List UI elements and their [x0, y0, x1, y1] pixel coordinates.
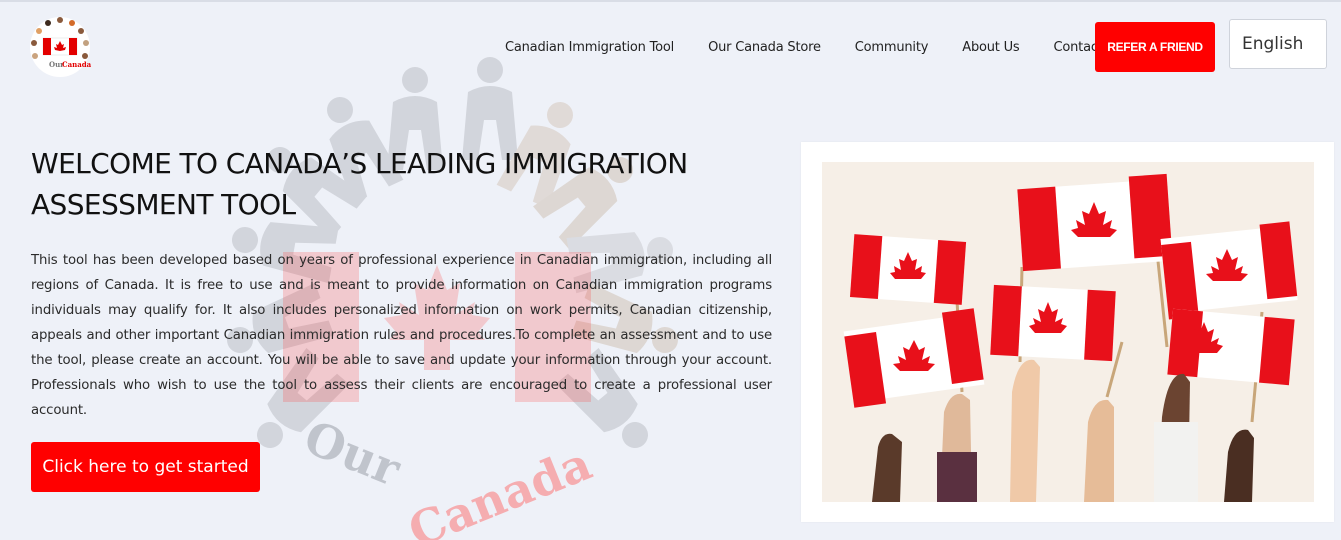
hero-image-card	[801, 142, 1334, 522]
flag-4	[990, 284, 1116, 362]
page-title: WELCOME TO CANADA’S LEADING IMMIGRATION …	[31, 147, 688, 221]
svg-text:Canada: Canada	[62, 60, 92, 69]
watermark-wordmark: Our Canada	[297, 410, 599, 540]
brand-logo-icon[interactable]: Our Canada	[27, 14, 93, 80]
refer-a-friend-button[interactable]: REFER A FRIEND	[1095, 22, 1215, 72]
svg-text:Canada: Canada	[401, 436, 599, 540]
hero-description: This tool has been developed based on ye…	[31, 253, 772, 418]
flag-1	[849, 234, 967, 305]
top-border	[0, 0, 1341, 2]
get-started-button[interactable]: Click here to get started	[31, 442, 260, 492]
flag-6	[1167, 308, 1295, 386]
language-select[interactable]: English	[1229, 19, 1327, 69]
flag-2	[1017, 173, 1173, 272]
nav-about-us[interactable]: About Us	[962, 40, 1019, 55]
nav-our-canada-store[interactable]: Our Canada Store	[708, 40, 821, 55]
main-nav: Canadian Immigration Tool Our Canada Sto…	[505, 40, 1123, 55]
nav-community[interactable]: Community	[855, 40, 929, 55]
nav-canadian-immigration-tool[interactable]: Canadian Immigration Tool	[505, 40, 674, 55]
hero-flags-photo	[822, 162, 1314, 502]
language-select-value: English	[1242, 34, 1304, 54]
